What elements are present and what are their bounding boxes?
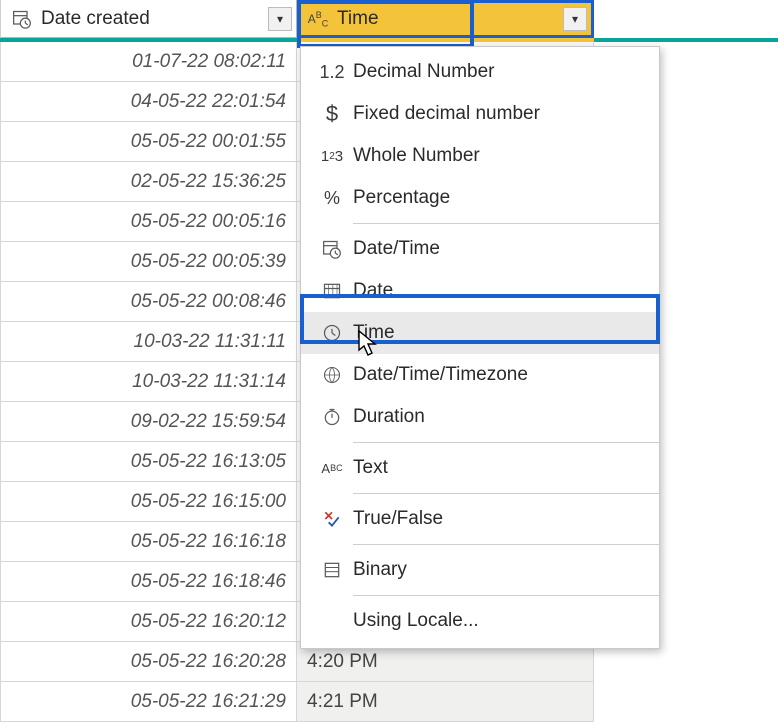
whole-number-icon: 123: [311, 148, 353, 165]
type-option-binary[interactable]: Binary: [301, 549, 659, 591]
cell-date[interactable]: 04-05-22 22:01:54: [0, 82, 297, 122]
type-option-fixed-decimal[interactable]: $ Fixed decimal number: [301, 93, 659, 135]
cell-date[interactable]: 05-05-22 16:20:28: [0, 642, 297, 682]
menu-label: Duration: [353, 406, 649, 428]
cell-date[interactable]: 05-05-22 00:05:16: [0, 202, 297, 242]
cell-time[interactable]: 4:21 PM: [297, 682, 594, 722]
type-option-decimal[interactable]: 1.2 Decimal Number: [301, 51, 659, 93]
cell-date[interactable]: 09-02-22 15:59:54: [0, 402, 297, 442]
menu-label: Fixed decimal number: [353, 103, 649, 125]
datetime-icon: [311, 239, 353, 259]
menu-label: Using Locale...: [353, 610, 649, 632]
column-header-time[interactable]: ABC Time ▾: [297, 0, 594, 38]
menu-label: Binary: [353, 559, 649, 581]
menu-label: True/False: [353, 508, 649, 530]
percent-icon: %: [311, 188, 353, 209]
globe-icon: [311, 365, 353, 385]
type-option-whole-number[interactable]: 123 Whole Number: [301, 135, 659, 177]
cell-date[interactable]: 10-03-22 11:31:11: [0, 322, 297, 362]
cell-date[interactable]: 01-07-22 08:02:11: [0, 42, 297, 82]
cell-date[interactable]: 05-05-22 00:08:46: [0, 282, 297, 322]
column-header-date-created[interactable]: Date created ▾: [0, 0, 297, 38]
menu-separator: [353, 493, 659, 494]
data-grid: Date created ▾ ABC Time ▾ 01-07-22 08:02…: [0, 0, 778, 722]
menu-separator: [353, 544, 659, 545]
type-option-using-locale[interactable]: Using Locale...: [301, 600, 659, 642]
cell-date[interactable]: 05-05-22 16:20:12: [0, 602, 297, 642]
menu-label: Text: [353, 457, 649, 479]
menu-label: Date/Time/Timezone: [353, 364, 649, 386]
date-icon: [311, 281, 353, 301]
type-option-text[interactable]: ABC Text: [301, 447, 659, 489]
menu-label: Date: [353, 280, 649, 302]
column-filter-button[interactable]: ▾: [563, 7, 587, 31]
column-filter-button[interactable]: ▾: [268, 7, 292, 31]
text-type-icon: ABC: [305, 10, 331, 28]
menu-label: Percentage: [353, 187, 649, 209]
menu-label: Decimal Number: [353, 61, 649, 83]
menu-label: Whole Number: [353, 145, 649, 167]
cell-date[interactable]: 05-05-22 16:13:05: [0, 442, 297, 482]
cell-date[interactable]: 05-05-22 16:18:46: [0, 562, 297, 602]
column-title: Date created: [41, 8, 258, 30]
currency-icon: $: [311, 101, 353, 127]
menu-separator: [353, 442, 659, 443]
type-option-date[interactable]: Date: [301, 270, 659, 312]
column-title: Time: [337, 8, 553, 30]
type-option-percentage[interactable]: % Percentage: [301, 177, 659, 219]
time-icon: [311, 323, 353, 343]
type-option-time[interactable]: Time: [301, 312, 659, 354]
cell-date[interactable]: 05-05-22 16:16:18: [0, 522, 297, 562]
text-icon: ABC: [311, 461, 353, 476]
type-dropdown-menu: 1.2 Decimal Number $ Fixed decimal numbe…: [300, 46, 660, 649]
bool-icon: [311, 509, 353, 529]
binary-icon: [311, 560, 353, 580]
cell-date[interactable]: 02-05-22 15:36:25: [0, 162, 297, 202]
menu-label: Date/Time: [353, 238, 649, 260]
cell-date[interactable]: 05-05-22 16:15:00: [0, 482, 297, 522]
cell-date[interactable]: 05-05-22 00:01:55: [0, 122, 297, 162]
column-header-row: Date created ▾ ABC Time ▾: [0, 0, 778, 42]
datetime-icon: [9, 9, 35, 29]
type-option-datetime-timezone[interactable]: Date/Time/Timezone: [301, 354, 659, 396]
menu-separator: [353, 223, 659, 224]
table-row: 05-05-22 16:21:294:21 PM: [0, 682, 778, 722]
duration-icon: [311, 407, 353, 427]
type-option-true-false[interactable]: True/False: [301, 498, 659, 540]
type-option-datetime[interactable]: Date/Time: [301, 228, 659, 270]
cell-date[interactable]: 10-03-22 11:31:14: [0, 362, 297, 402]
menu-separator: [353, 595, 659, 596]
cell-date[interactable]: 05-05-22 00:05:39: [0, 242, 297, 282]
menu-label: Time: [353, 322, 649, 344]
decimal-icon: 1.2: [311, 62, 353, 83]
cell-date[interactable]: 05-05-22 16:21:29: [0, 682, 297, 722]
type-option-duration[interactable]: Duration: [301, 396, 659, 438]
